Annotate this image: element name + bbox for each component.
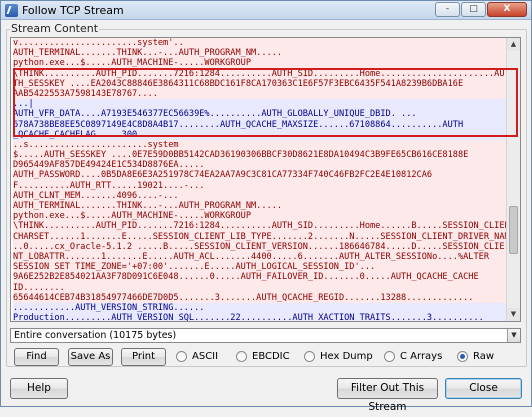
- help-button[interactable]: Help: [10, 378, 68, 399]
- stream-line: AUTH_CLNT_MEM.......4096....-...: [13, 190, 507, 201]
- stream-line: AUTH_TERMINAL.......THINK...-...AUTH_PRO…: [13, 201, 507, 212]
- stream-line: AUTH_PASSWORD....0B5DA8E6E3A251978C74EA2…: [13, 170, 507, 181]
- stream-line: NT_LOBATTR.......1.......E.....AUTH_ACL.…: [13, 251, 507, 263]
- radio-hex-dump-label: Hex Dump: [320, 351, 373, 362]
- radio-raw[interactable]: [457, 351, 468, 362]
- stream-line: ..s.......................system: [13, 139, 507, 151]
- stream-line: \THINK..........AUTH_PID.......7216:1284…: [13, 221, 507, 232]
- chevron-down-icon[interactable]: ▼: [507, 329, 520, 342]
- save-as-button[interactable]: Save As: [68, 348, 113, 366]
- stream-content-label: Stream Content: [10, 22, 100, 35]
- scroll-up-arrow-icon[interactable]: ▲: [507, 38, 520, 51]
- stream-text-area[interactable]: v.......................system'.. AUTH_TE…: [10, 37, 521, 322]
- vertical-scrollbar[interactable]: ▲ ▼: [506, 38, 520, 321]
- maximize-button[interactable]: □: [461, 2, 486, 17]
- stream-line: _QCACHE_CACHELAG.....300: [13, 129, 507, 140]
- conversation-select-value: Entire conversation (10175 bytes): [14, 330, 177, 341]
- stream-line: ..0.....cx_Oracle-5.1.2 .....B.....SESSI…: [13, 241, 507, 252]
- radio-c-arrays[interactable]: [384, 351, 395, 362]
- stream-line: v.......................system'..: [13, 38, 507, 49]
- format-hex-dump[interactable]: Hex Dump: [304, 350, 373, 363]
- stream-line: D965449AF857DE49424E1C534D8876EA.....: [13, 160, 507, 171]
- format-c-arrays[interactable]: C Arrays: [384, 350, 442, 363]
- scroll-down-arrow-icon[interactable]: ▼: [507, 308, 520, 321]
- window-title: Follow TCP Stream: [22, 4, 124, 17]
- stream-line: ...|: [13, 99, 507, 110]
- minimize-button[interactable]: -: [435, 2, 460, 17]
- format-ascii[interactable]: ASCII: [176, 350, 218, 363]
- stream-line: AUTH_VFR_DATA....A7193E546377EC56639E%..…: [13, 109, 507, 120]
- radio-raw-label: Raw: [473, 351, 495, 362]
- stream-line: 9A6E252B2E854021AA3F78D091C6E048......0.…: [13, 272, 507, 283]
- stream-line: \THINK..........AUTH_PID.......7216:1284…: [13, 68, 507, 79]
- print-button[interactable]: Print: [121, 348, 166, 366]
- close-window-button[interactable]: X: [487, 2, 527, 17]
- radio-hex-dump[interactable]: [304, 351, 315, 362]
- find-button[interactable]: Find: [14, 348, 59, 366]
- stream-line: TH_SESSKEY ....EA2043C88846E3864311C68BD…: [13, 78, 507, 89]
- stream-line: 678A738BE8EE5C0897149E4C8D8A4B17........…: [13, 119, 507, 130]
- follow-tcp-stream-window: Follow TCP Stream - □ X Stream Content v…: [0, 0, 532, 413]
- window-controls: - □ X: [434, 2, 527, 18]
- stream-line: AAB5422553A7598143E78767....: [13, 88, 507, 100]
- stream-line: CHARSET......1.......E.....SESSION_CLIEN…: [13, 231, 507, 242]
- stream-line: F..........AUTH_RTT.....19021....-...: [13, 180, 507, 191]
- scrollbar-thumb[interactable]: [509, 206, 518, 254]
- wireshark-fin-icon: [5, 4, 18, 17]
- stream-line: SESSION SET TIME_ZONE='+07:00'.......E..…: [13, 262, 507, 273]
- stream-line: ID........: [13, 282, 507, 293]
- stream-line: $.....AUTH_SESSKEY ....0E7E59D0BB5142CAD…: [13, 150, 507, 161]
- close-button[interactable]: Close: [445, 378, 522, 399]
- format-raw[interactable]: Raw: [457, 350, 494, 363]
- conversation-select[interactable]: Entire conversation (10175 bytes) ▼: [10, 328, 521, 343]
- radio-c-arrays-label: C Arrays: [400, 351, 443, 362]
- radio-ascii-label: ASCII: [192, 351, 219, 362]
- stream-text[interactable]: v.......................system'.. AUTH_TE…: [13, 38, 507, 321]
- filter-out-stream-button[interactable]: Filter Out This Stream: [337, 378, 438, 413]
- stream-line: ............AUTH_VERSION_STRING......: [13, 302, 507, 314]
- format-ebcdic[interactable]: EBCDIC: [236, 350, 290, 363]
- stream-line: Production.........AUTH_VERSION_SQL.....…: [13, 313, 507, 321]
- stream-line: python.exe...$.....AUTH_MACHINE-.....WOR…: [13, 58, 507, 69]
- radio-ebcdic[interactable]: [236, 351, 247, 362]
- radio-ebcdic-label: EBCDIC: [252, 351, 290, 362]
- stream-line: AUTH_TERMINAL.......THINK...-...AUTH_PRO…: [13, 48, 507, 59]
- radio-ascii[interactable]: [176, 351, 187, 362]
- title-bar[interactable]: Follow TCP Stream - □ X: [1, 1, 531, 20]
- stream-line: 65644614CEB74B31854977466DE7D0D5.......3…: [13, 292, 507, 303]
- stream-line: python.exe...$.....AUTH_MACHINE-.....WOR…: [13, 211, 507, 222]
